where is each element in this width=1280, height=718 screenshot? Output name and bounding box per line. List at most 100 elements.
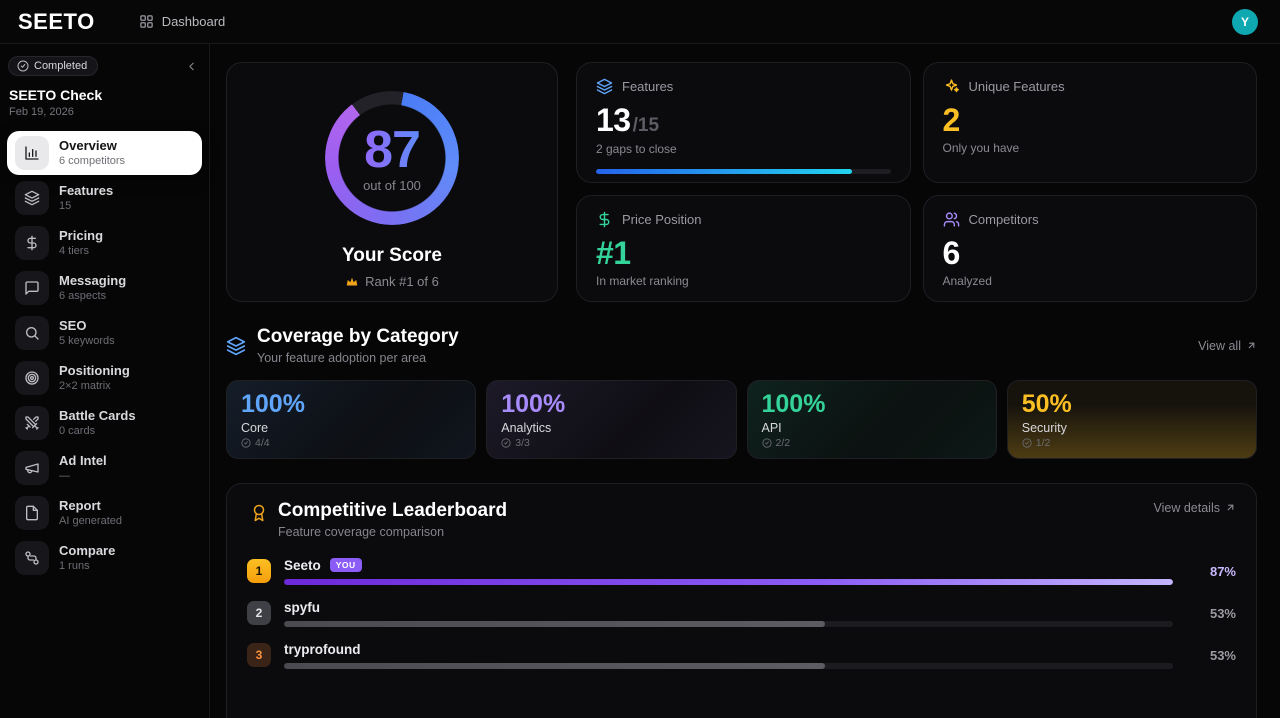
category-card-core[interactable]: 100% Core 4/4 xyxy=(226,379,477,459)
leaderboard-card: Competitive Leaderboard Feature coverage… xyxy=(226,482,1257,718)
category-percent: 100% xyxy=(761,389,826,418)
sidebar-item-battle-cards[interactable]: Battle Cards 0 cards xyxy=(7,401,202,445)
users-icon xyxy=(943,211,960,228)
chevron-left-icon xyxy=(185,60,198,73)
coverage-section: Coverage by Category Your feature adopti… xyxy=(226,326,1257,459)
sidebar-item-label: Features xyxy=(59,182,114,198)
check-circle-icon xyxy=(17,60,29,72)
category-card-api[interactable]: 100% API 2/2 xyxy=(746,379,997,459)
category-card-analytics[interactable]: 100% Analytics 3/3 xyxy=(486,379,737,459)
sidebar-item-pricing[interactable]: Pricing 4 tiers xyxy=(7,221,202,265)
top-nav: SEETO Dashboard Y xyxy=(0,0,1280,44)
view-all-link[interactable]: View all xyxy=(1198,339,1257,353)
leaderboard-row-tryprofound[interactable]: 3 tryprofound 53% xyxy=(247,642,1236,669)
competitor-name: tryprofound xyxy=(284,641,361,657)
sidebar-item-sub: 0 cards xyxy=(59,424,96,437)
stat-label: Price Position xyxy=(622,212,702,227)
status-badge-label: Completed xyxy=(34,60,88,72)
view-all-label: View all xyxy=(1198,338,1241,353)
layers-icon xyxy=(226,336,246,356)
coverage-percent: 87% xyxy=(1209,563,1236,579)
category-name: Core xyxy=(241,421,269,436)
dollar-icon xyxy=(596,211,613,228)
coverage-subtitle: Your feature adoption per area xyxy=(257,350,427,365)
leaderboard-row-seeto[interactable]: 1 Seeto YOU 87% xyxy=(247,558,1236,585)
sidebar-item-features[interactable]: Features 15 xyxy=(7,176,202,220)
sidebar-item-sub: 15 xyxy=(59,199,72,212)
check-circle-icon xyxy=(761,438,772,448)
crown-icon xyxy=(345,275,359,289)
sidebar-item-report[interactable]: Report AI generated xyxy=(7,491,202,535)
score-rank-label: Rank #1 of 6 xyxy=(365,274,439,289)
search-icon xyxy=(15,316,49,350)
sidebar-item-sub: 4 tiers xyxy=(59,244,89,257)
category-card-security[interactable]: 50% Security 1/2 xyxy=(1006,379,1257,459)
sidebar-collapse-button[interactable] xyxy=(185,60,198,73)
sidebar-item-compare[interactable]: Compare 1 runs xyxy=(7,536,202,580)
stat-value: 2 xyxy=(942,102,961,138)
category-percent: 100% xyxy=(501,389,566,418)
category-percent: 50% xyxy=(1021,389,1072,418)
category-count: 4/4 xyxy=(241,437,461,449)
category-count: 1/2 xyxy=(1022,437,1242,449)
category-count: 2/2 xyxy=(761,437,982,449)
coverage-title: Coverage by Category xyxy=(257,326,459,347)
sidebar: Completed SEETO Check Feb 19, 2026 Overv… xyxy=(0,44,210,718)
sidebar-item-seo[interactable]: SEO 5 keywords xyxy=(7,311,202,355)
view-details-link[interactable]: View details xyxy=(1154,501,1236,515)
stat-label: Unique Features xyxy=(968,79,1065,94)
stat-value: 6 xyxy=(942,235,961,271)
file-icon xyxy=(15,496,49,530)
layers-icon xyxy=(15,181,49,215)
nav-dashboard[interactable]: Dashboard xyxy=(139,14,226,29)
nav-dashboard-label: Dashboard xyxy=(161,14,226,29)
compare-icon xyxy=(15,541,49,575)
sidebar-item-label: Battle Cards xyxy=(59,407,136,423)
coverage-bar xyxy=(284,620,1173,627)
arrow-up-right-icon xyxy=(1246,340,1257,351)
rank-badge: 3 xyxy=(247,643,271,668)
status-badge: Completed xyxy=(8,56,99,76)
coverage-percent: 53% xyxy=(1209,605,1236,621)
sidebar-item-label: Positioning xyxy=(59,362,130,378)
sidebar-item-positioning[interactable]: Positioning 2×2 matrix xyxy=(7,356,202,400)
sidebar-nav: Overview 6 competitors Features 15 Pricing 4 … xyxy=(7,131,202,580)
sidebar-item-label: Ad Intel xyxy=(59,452,107,468)
score-out-of: out of 100 xyxy=(363,177,421,193)
category-cards: 100% Core 4/4 100% Analytics 3/3 100% API 2/2 50%… xyxy=(226,379,1257,459)
sidebar-item-overview[interactable]: Overview 6 competitors xyxy=(7,131,202,175)
sidebar-item-label: SEO xyxy=(59,317,87,333)
sidebar-item-ad-intel[interactable]: Ad Intel — xyxy=(7,446,202,490)
sidebar-item-sub: 2×2 matrix xyxy=(59,379,111,392)
coverage-bar xyxy=(284,578,1173,585)
score-value: 87 xyxy=(364,120,421,179)
target-icon xyxy=(15,361,49,395)
stat-card-unique-features: Unique Features 2 Only you have xyxy=(922,62,1257,183)
leaderboard-rows: 1 Seeto YOU 87% 2 spyfu 53% 3 tryprofound 53% xyxy=(247,558,1236,669)
check-circle-icon xyxy=(241,438,251,448)
report-date: Feb 19, 2026 xyxy=(9,106,74,118)
sidebar-item-label: Messaging xyxy=(59,272,127,288)
sidebar-item-sub: 1 runs xyxy=(59,559,90,572)
score-card: 87 out of 100 Your Score Rank #1 of 6 xyxy=(226,62,558,302)
sidebar-item-sub: — xyxy=(59,469,70,482)
stat-sub: 2 gaps to close xyxy=(596,142,677,156)
leaderboard-row-spyfu[interactable]: 2 spyfu 53% xyxy=(247,600,1236,627)
check-circle-icon xyxy=(1022,438,1032,448)
category-percent: 100% xyxy=(241,389,305,418)
award-icon xyxy=(250,504,268,522)
dashboard-grid-icon xyxy=(139,14,154,29)
stat-value-suffix: /15 xyxy=(632,115,660,136)
user-avatar[interactable]: Y xyxy=(1232,8,1258,35)
sidebar-item-label: Overview xyxy=(59,137,117,153)
score-title: Your Score xyxy=(342,245,442,266)
sidebar-item-messaging[interactable]: Messaging 6 aspects xyxy=(7,266,202,310)
stat-label: Competitors xyxy=(968,212,1039,227)
stat-sub: In market ranking xyxy=(596,274,689,288)
competitor-name: spyfu xyxy=(284,599,321,615)
sidebar-item-sub: 6 aspects xyxy=(59,289,107,302)
score-rank: Rank #1 of 6 xyxy=(345,274,439,289)
megaphone-icon xyxy=(15,451,49,485)
stat-card-price-position: Price Position #1 In market ranking xyxy=(576,195,911,302)
app-logo[interactable]: SEETO xyxy=(18,9,95,35)
